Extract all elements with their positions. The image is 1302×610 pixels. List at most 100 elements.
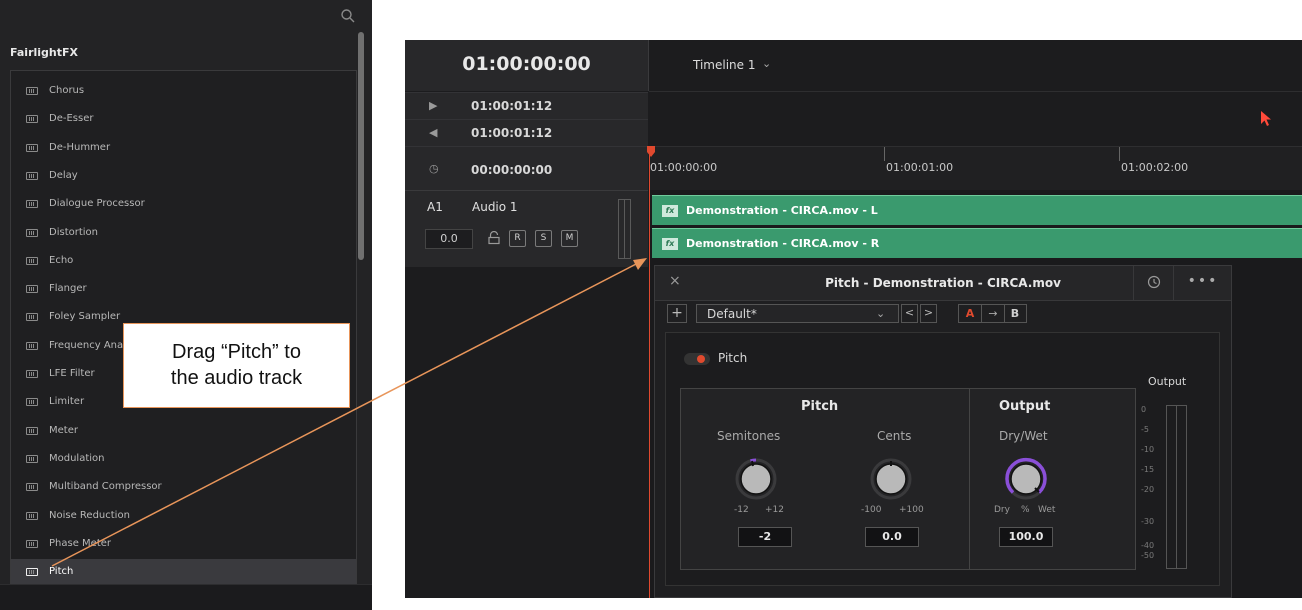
- timecode-row: ▶︎ 01:00:01:12: [405, 92, 648, 120]
- fx-plugin-icon: [26, 341, 38, 350]
- playhead[interactable]: [649, 150, 650, 598]
- fx-plugin-icon: [26, 285, 38, 294]
- preset-name: Default*: [707, 307, 757, 321]
- b-compare-button[interactable]: B: [1004, 305, 1026, 322]
- plugin-body: Pitch Pitch Output Semitones -12 +12 -2 …: [665, 332, 1220, 586]
- cents-label: Cents: [877, 429, 912, 443]
- fx-list-item[interactable]: Chorus: [11, 78, 356, 106]
- fx-list-item[interactable]: Multiband Compressor: [11, 474, 356, 502]
- drywet-min: Dry: [994, 505, 1010, 515]
- audio-clip[interactable]: fx Demonstration - CIRCA.mov - R: [652, 228, 1302, 258]
- fx-plugin-icon: [26, 115, 38, 124]
- fx-plugin-icon: [26, 568, 38, 577]
- fx-item-label: Multiband Compressor: [49, 481, 162, 493]
- section-divider: [969, 389, 970, 569]
- fx-item-label: Chorus: [49, 85, 85, 96]
- solo-button[interactable]: S: [535, 230, 552, 247]
- fx-badge-icon: fx: [662, 205, 678, 217]
- timecode-value: 00:00:00:00: [471, 163, 553, 177]
- record-arm-button[interactable]: R: [509, 230, 526, 247]
- cents-min: -100: [861, 505, 882, 515]
- fx-list-item[interactable]: Delay: [11, 163, 356, 191]
- fx-item-label: Distortion: [49, 226, 98, 238]
- ab-compare-group: A → B: [958, 304, 1027, 323]
- timecode-row: ◀︎ 01:00:01:12: [405, 119, 648, 147]
- fx-list-item[interactable]: De-Esser: [11, 106, 356, 134]
- fx-list-item[interactable]: De-Hummer: [11, 135, 356, 163]
- ruler-label: 01:00:00:00: [650, 161, 718, 174]
- fx-item-label: Dialogue Processor: [49, 198, 145, 210]
- fx-list-item[interactable]: Flanger: [11, 276, 356, 304]
- clip-name: Demonstration - CIRCA.mov - R: [686, 237, 880, 250]
- drywet-knob[interactable]: [1004, 457, 1048, 501]
- fx-list-item[interactable]: Phase Meter: [11, 531, 356, 559]
- cents-knob[interactable]: [869, 457, 913, 501]
- fx-library-title: FairlightFX: [10, 46, 78, 59]
- fx-item-label: Noise Reduction: [49, 509, 130, 521]
- track-id: A1: [427, 200, 443, 214]
- semitones-value-field[interactable]: -2: [738, 527, 792, 547]
- preset-dropdown[interactable]: Default* ⌄: [696, 304, 899, 323]
- fx-list-item[interactable]: Echo: [11, 248, 356, 276]
- fx-list-item[interactable]: Dialogue Processor: [11, 191, 356, 219]
- fx-item-label: De-Esser: [49, 113, 94, 125]
- fx-item-label: Foley Sampler: [49, 311, 121, 323]
- search-icon[interactable]: [340, 8, 356, 24]
- ruler-label: 01:00:02:00: [1121, 161, 1189, 174]
- fx-list-item[interactable]: Noise Reduction: [11, 503, 356, 531]
- semitones-max: +12: [765, 505, 784, 515]
- fx-plugin-icon: [26, 143, 38, 152]
- copy-a-to-b-button[interactable]: →: [981, 305, 1005, 322]
- next-preset-button[interactable]: >: [920, 304, 937, 323]
- fx-plugin-icon: [26, 256, 38, 265]
- pitch-section-title: Pitch: [801, 399, 839, 414]
- add-preset-button[interactable]: +: [667, 304, 687, 323]
- fx-plugin-icon: [26, 228, 38, 237]
- fx-plugin-icon: [26, 511, 38, 520]
- meter-scale-label: -5: [1141, 425, 1149, 434]
- meter-scale-label: -10: [1141, 445, 1155, 454]
- track-level-meter: [618, 199, 631, 259]
- a-compare-button[interactable]: A: [959, 305, 981, 322]
- cents-value-field[interactable]: 0.0: [865, 527, 919, 547]
- fx-list-item[interactable]: Distortion: [11, 220, 356, 248]
- fx-plugin-icon: [26, 539, 38, 548]
- fx-list-item[interactable]: Modulation: [11, 446, 356, 474]
- pointer-cursor-icon: [1261, 111, 1271, 126]
- plugin-titlebar[interactable]: × Pitch - Demonstration - CIRCA.mov •••: [655, 266, 1231, 301]
- lock-icon[interactable]: [487, 231, 501, 245]
- clock-icon: ◷: [429, 162, 439, 175]
- semitones-knob[interactable]: [734, 457, 778, 501]
- fx-list-scrollbar[interactable]: [358, 32, 364, 260]
- fx-list-item[interactable]: Meter: [11, 418, 356, 446]
- track-volume-field[interactable]: 0.0: [425, 229, 473, 249]
- play-forward-icon: ▶︎: [429, 99, 438, 112]
- previous-preset-button[interactable]: <: [901, 304, 918, 323]
- more-options-button[interactable]: •••: [1173, 266, 1232, 300]
- timeline-ruler[interactable]: 01:00:00:00 01:00:01:00 01:00:02:00: [649, 146, 1302, 191]
- fx-library-footer: [0, 584, 372, 610]
- pitch-enable-toggle[interactable]: [684, 353, 710, 365]
- fx-list-item[interactable]: Pitch: [11, 559, 356, 588]
- fx-plugin-icon: [26, 87, 38, 95]
- clip-name: Demonstration - CIRCA.mov - L: [686, 204, 878, 217]
- mute-button[interactable]: M: [561, 230, 578, 247]
- master-timecode: 01:00:00:00: [462, 53, 591, 75]
- audio-clip[interactable]: fx Demonstration - CIRCA.mov - L: [652, 195, 1302, 225]
- fx-plugin-icon: [26, 370, 38, 378]
- fx-item-label: Modulation: [49, 452, 105, 464]
- meter-scale-label: 0: [1141, 405, 1147, 414]
- pitch-plugin-window: × Pitch - Demonstration - CIRCA.mov ••• …: [654, 265, 1232, 598]
- meter-scale-label: -30: [1141, 517, 1155, 526]
- chevron-down-icon[interactable]: ⌄: [762, 57, 771, 70]
- track-name[interactable]: Audio 1: [472, 200, 518, 214]
- controls-panel: Pitch Output Semitones -12 +12 -2 Cents: [680, 388, 1136, 570]
- fx-library-header: FairlightFX: [0, 40, 360, 68]
- playhead-handle-icon[interactable]: [646, 146, 656, 158]
- ruler-label: 01:00:01:00: [886, 161, 954, 174]
- timeline-selector[interactable]: Timeline 1: [693, 58, 755, 72]
- semitones-label: Semitones: [717, 429, 781, 443]
- fx-item-label: Echo: [49, 254, 74, 266]
- drywet-value-field[interactable]: 100.0: [999, 527, 1053, 547]
- reset-history-button[interactable]: [1133, 266, 1174, 300]
